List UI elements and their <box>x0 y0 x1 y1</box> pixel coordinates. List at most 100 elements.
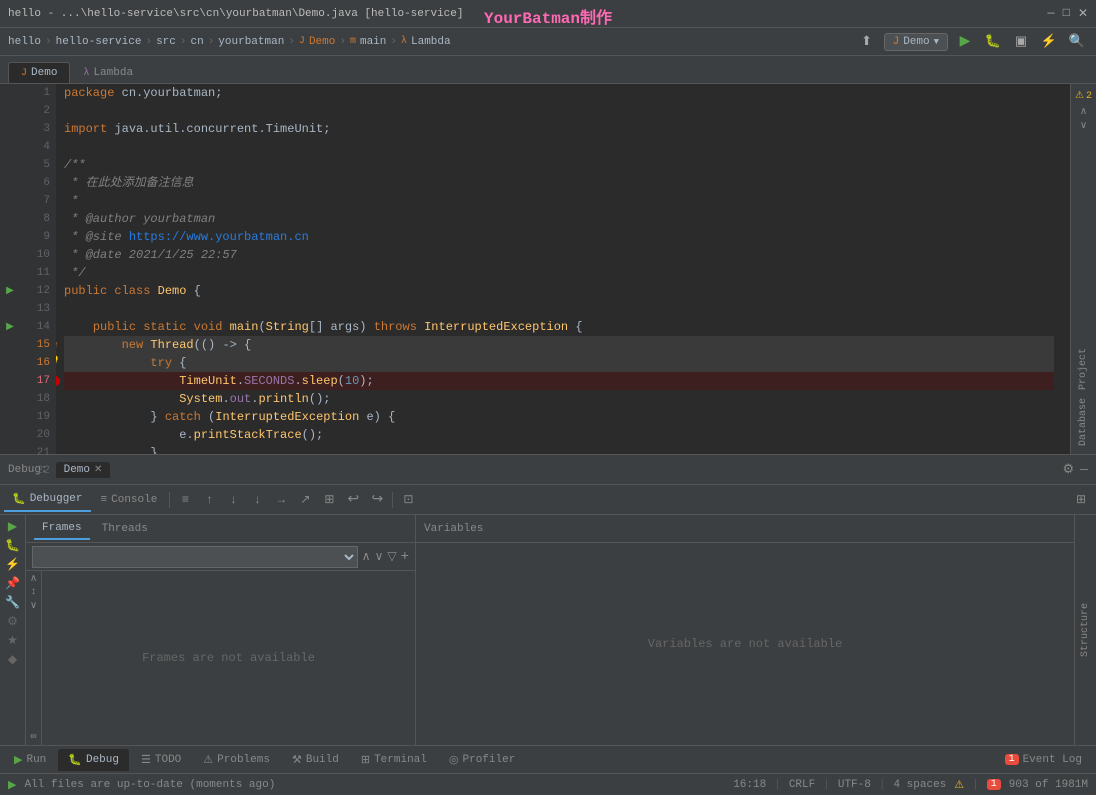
run-gutter-12[interactable]: ▶ <box>0 282 20 300</box>
cursor-position[interactable]: 16:18 <box>733 779 766 791</box>
code-editor[interactable]: package cn.yourbatman; import java.util.… <box>56 84 1096 454</box>
project-label[interactable]: Project <box>1076 344 1091 394</box>
run-config-button[interactable]: J Demo ▼ <box>884 33 948 51</box>
tab-profiler[interactable]: ◎ Profiler <box>439 749 525 771</box>
debug-icon-debug[interactable]: 🐛 <box>5 538 20 553</box>
scroll-icon-vert[interactable]: ↕ <box>30 587 36 598</box>
debugger-tab[interactable]: 🐛 Debugger <box>4 488 91 512</box>
debug-btn-layout[interactable]: ⊡ <box>397 489 419 511</box>
frames-subtab[interactable]: Frames <box>34 518 90 540</box>
debug-settings-icon[interactable]: ⚙ <box>1063 462 1075 477</box>
tab-todo[interactable]: ☰ TODO <box>131 749 191 771</box>
debug-tab-close-icon[interactable]: ✕ <box>94 464 102 476</box>
debug-btn-eval[interactable]: ⊞ <box>318 489 340 511</box>
console-tab[interactable]: ≡ Console <box>93 490 166 510</box>
scroll-icon-inf[interactable]: ∞ <box>30 732 36 743</box>
code-line-10: * @date 2021/1/25 22:57 <box>64 246 1054 264</box>
status-run-icon[interactable]: ▶ <box>8 778 16 792</box>
tab-problems[interactable]: ⚠ Problems <box>193 749 280 771</box>
warning-count: 2 <box>1086 91 1092 102</box>
threads-subtab[interactable]: Threads <box>94 519 156 539</box>
debug-btn-extra[interactable]: ⊞ <box>1070 489 1092 511</box>
debug-icon-profile[interactable]: ⚡ <box>5 557 20 572</box>
debug-btn-back[interactable]: ↩ <box>342 489 364 511</box>
breadcrumb-bar: hello › hello-service › src › cn › yourb… <box>0 28 1096 56</box>
debug-tab-icon2: 🐛 <box>68 753 82 767</box>
structure-right-label[interactable]: Structure <box>1074 515 1096 745</box>
tab-build[interactable]: ⚒ Build <box>282 749 349 771</box>
tab-event-log[interactable]: 1 Event Log <box>995 750 1092 770</box>
breadcrumb-src[interactable]: src <box>156 36 176 48</box>
tab-run[interactable]: ▶ Run <box>4 749 56 771</box>
debug-button[interactable]: 🐛 <box>982 31 1004 53</box>
debug-body: ▶ 🐛 ⚡ 📌 🔧 ⚙ ★ ◆ Frames Threads ∧ ∨ ▽ + <box>0 515 1096 745</box>
coverage-button[interactable]: ▣ <box>1010 31 1032 53</box>
debug-icon-star[interactable]: ★ <box>7 633 18 648</box>
terminal-tab-icon: ⊞ <box>361 753 370 767</box>
breadcrumb-yourbatman[interactable]: yourbatman <box>218 36 284 48</box>
scroll-up-icon[interactable]: ∧ <box>1080 106 1087 118</box>
run-gutter-14[interactable]: ▶ <box>0 318 20 336</box>
debug-icon-gear2[interactable]: ⚙ <box>7 614 18 629</box>
encoding[interactable]: UTF-8 <box>838 779 871 791</box>
debug-btn-settings[interactable]: ≡ <box>174 489 196 511</box>
maximize-button[interactable]: □ <box>1063 6 1070 21</box>
debug-btn-step-out[interactable]: → <box>270 489 292 511</box>
code-line-3: import java.util.concurrent.TimeUnit; <box>64 120 1054 138</box>
frames-up-icon[interactable]: ∧ <box>362 549 371 564</box>
breadcrumb-lambda[interactable]: λ Lambda <box>401 36 451 48</box>
problems-tab-icon: ⚠ <box>203 753 213 767</box>
line-ending[interactable]: CRLF <box>789 779 815 791</box>
indent[interactable]: 4 spaces <box>893 779 946 791</box>
code-line-8: * @author yourbatman <box>64 210 1054 228</box>
frames-empty-message: Frames are not available <box>142 651 315 665</box>
breadcrumb-hello[interactable]: hello <box>8 36 41 48</box>
debug-btn-step-into2[interactable]: ↓ <box>246 489 268 511</box>
code-line-4 <box>64 138 1054 156</box>
close-button[interactable]: ✕ <box>1078 6 1088 21</box>
minimize-button[interactable]: — <box>1048 6 1055 21</box>
warning-status-icon[interactable]: ⚠ <box>954 778 964 792</box>
code-line-20: e.printStackTrace(); <box>64 426 1054 444</box>
frames-down-icon[interactable]: ∨ <box>375 549 384 564</box>
debug-header: Debug: Demo ✕ ⚙ — <box>0 455 1096 485</box>
tab-demo[interactable]: J Demo <box>8 62 70 83</box>
breadcrumb-cn[interactable]: cn <box>190 36 203 48</box>
debug-icon-diamond[interactable]: ◆ <box>8 652 17 667</box>
breadcrumb-demo[interactable]: J Demo <box>299 36 335 48</box>
scroll-icon-up[interactable]: ∧ <box>30 573 37 585</box>
scroll-down-icon[interactable]: ∨ <box>1080 120 1087 132</box>
scroll-icon-down[interactable]: ∨ <box>30 600 37 612</box>
debug-btn-step-over[interactable]: ↑ <box>198 489 220 511</box>
status-message: All files are up-to-date (moments ago) <box>24 779 275 791</box>
breadcrumb-main[interactable]: m main <box>350 36 386 48</box>
window-controls: — □ ✕ <box>1048 6 1088 21</box>
frames-dropdown[interactable] <box>32 546 358 568</box>
debug-btn-run-cursor[interactable]: ↗ <box>294 489 316 511</box>
code-line-16: 💡 try { <box>64 354 1054 372</box>
navigation-icon[interactable]: ⬆ <box>856 31 878 53</box>
debug-btn-fwd[interactable]: ↪ <box>366 489 388 511</box>
tab-terminal[interactable]: ⊞ Terminal <box>351 749 437 771</box>
debug-tab[interactable]: Demo ✕ <box>56 462 111 478</box>
database-label[interactable]: Database <box>1076 394 1091 450</box>
bottom-tabs-bar: ▶ Run 🐛 Debug ☰ TODO ⚠ Problems ⚒ Build … <box>0 745 1096 773</box>
code-line-5: /** <box>64 156 1054 174</box>
tab-debug[interactable]: 🐛 Debug <box>58 749 129 771</box>
debug-icon-run[interactable]: ▶ <box>8 519 17 534</box>
breadcrumb-hello-service[interactable]: hello-service <box>56 36 142 48</box>
debug-minimize-icon[interactable]: — <box>1080 462 1088 477</box>
debug-btn-step-into[interactable]: ↓ <box>222 489 244 511</box>
structure-label-text: Structure <box>1078 599 1093 661</box>
debug-icon-bookmark[interactable]: 📌 <box>5 576 20 591</box>
more-button[interactable]: ⚡ <box>1038 31 1060 53</box>
tab-lambda[interactable]: λ Lambda <box>70 62 146 83</box>
toolbar-right: ⬆ J Demo ▼ ▶ 🐛 ▣ ⚡ 🔍 <box>856 31 1088 53</box>
run-button[interactable]: ▶ <box>954 31 976 53</box>
frames-add-icon[interactable]: + <box>401 549 409 565</box>
frames-filter-icon[interactable]: ▽ <box>387 549 396 564</box>
search-button[interactable]: 🔍 <box>1066 31 1088 53</box>
debug-icon-settings2[interactable]: 🔧 <box>5 595 20 610</box>
memory-usage[interactable]: 903 of 1981M <box>1009 779 1088 791</box>
window-title: hello - ...\hello-service\src\cn\yourbat… <box>8 8 463 20</box>
